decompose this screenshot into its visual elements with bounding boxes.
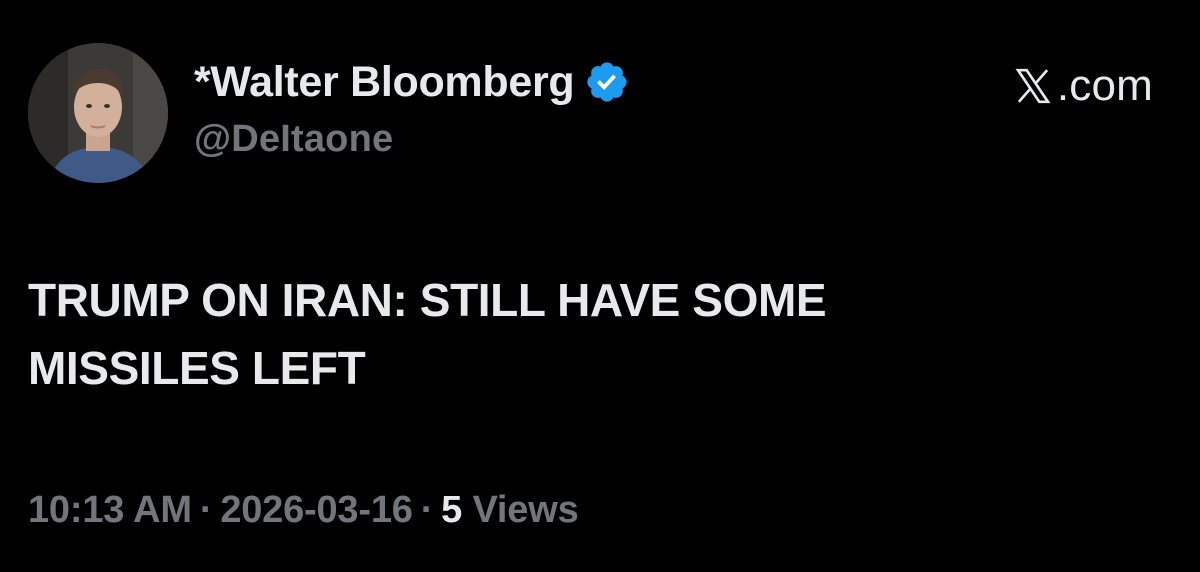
watermark-text: .com xyxy=(1056,61,1153,110)
separator: · xyxy=(420,489,434,531)
watermark: .com xyxy=(1013,58,1153,114)
tweet-date[interactable]: 2026-03-16 xyxy=(220,489,413,531)
tweet-card: *Walter Bloomberg @DeItaone .com TRUMP O… xyxy=(0,0,1200,572)
tweet-text-line: TRUMP ON IRAN: STILL HAVE SOME xyxy=(28,274,827,326)
verified-badge-icon xyxy=(587,62,628,102)
tweet-time[interactable]: 10:13 AM xyxy=(28,489,192,531)
views-label: Views xyxy=(472,489,579,531)
name-row: *Walter Bloomberg xyxy=(194,54,630,110)
author-handle[interactable]: @DeItaone xyxy=(194,116,630,162)
avatar-photo xyxy=(28,43,168,183)
separator: · xyxy=(199,489,213,531)
tweet-text: TRUMP ON IRAN: STILL HAVE SOME MISSILES … xyxy=(28,266,1168,402)
tweet-meta: 10:13 AM · 2026-03-16 · 5 Views xyxy=(28,482,579,538)
author-display-name[interactable]: *Walter Bloomberg xyxy=(194,54,575,110)
author-block: *Walter Bloomberg @DeItaone xyxy=(194,54,630,162)
tweet-text-line: MISSILES LEFT xyxy=(28,342,366,394)
x-logo-icon xyxy=(1015,68,1051,104)
views-count: 5 xyxy=(441,489,463,531)
avatar[interactable] xyxy=(28,43,168,183)
